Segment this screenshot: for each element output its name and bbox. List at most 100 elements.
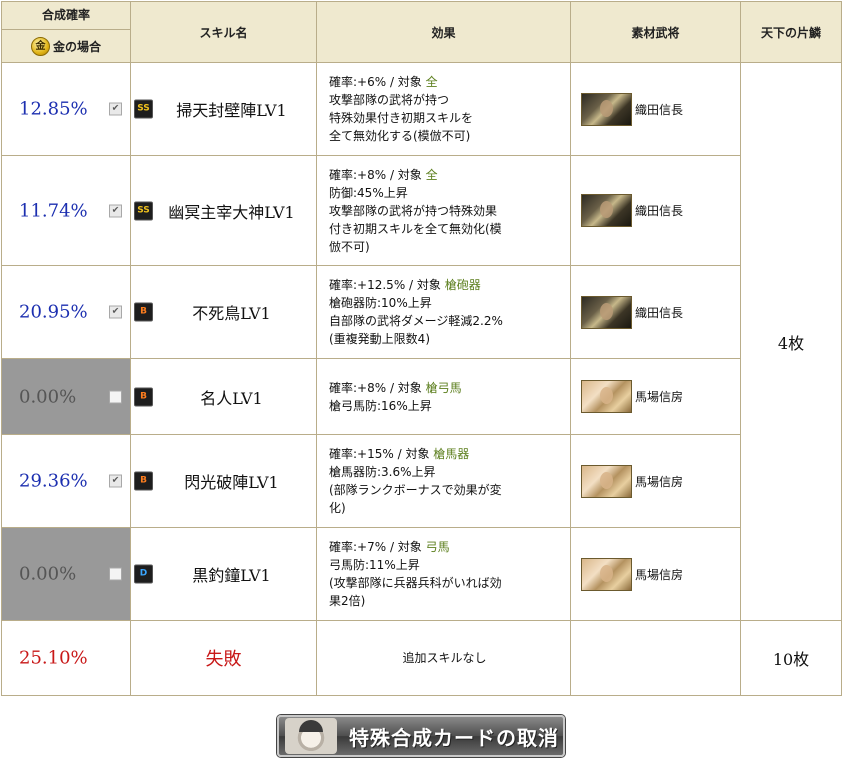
skill-checkbox[interactable]: ✔ — [109, 204, 122, 217]
synthesis-table: 合成確率 金 金の場合 スキル名 効果 素材武将 天下の片鱗 12.85% ✔ … — [1, 1, 842, 696]
fail-rate-cell: 25.10% — [1, 620, 131, 696]
skill-name: 不死鳥LV1 — [192, 304, 271, 323]
effect-target: 全 — [425, 167, 438, 182]
skill-name: 幽冥主宰大神LV1 — [168, 202, 295, 222]
fail-effect-text: 追加スキルなし — [402, 651, 487, 665]
effect-line: 槍弓馬防:16%上昇 — [329, 398, 432, 413]
skill-checkbox[interactable]: ✔ — [109, 474, 122, 488]
effect-line: 弓馬防:11%上昇 — [329, 558, 420, 572]
general-cell: 織田信長 — [570, 155, 741, 266]
general-cell: 織田信長 — [570, 265, 741, 359]
effect-line: (重複発動上限数4) — [329, 332, 430, 346]
general-name: 織田信長 — [635, 204, 684, 218]
general-name: 馬場信房 — [635, 474, 684, 489]
rate-value: 12.85% — [19, 98, 88, 120]
rate-cell: 20.95% ✔ — [1, 265, 131, 359]
effect-line: 化) — [329, 501, 346, 515]
effect-line: 倣不可) — [329, 239, 370, 254]
effect-line: (攻撃部隊に兵器兵科がいれば効 — [329, 576, 502, 590]
general-portrait-icon[interactable] — [581, 380, 632, 413]
general-portrait-icon[interactable] — [581, 92, 632, 126]
rank-badge-icon: B — [134, 471, 153, 491]
header-effect: 効果 — [316, 1, 571, 63]
skill-cell: B 不死鳥LV1 — [130, 265, 317, 359]
fail-shards-count: 10枚 — [772, 650, 810, 669]
effect-cell: 確率:+12.5% / 対象 槍砲器 槍砲器防:10%上昇 自部隊の武将ダメージ… — [316, 265, 571, 359]
fail-shards-cell: 10枚 — [740, 620, 842, 696]
header-shards: 天下の片鱗 — [740, 1, 842, 63]
skill-row: 20.95% ✔ B 不死鳥LV1 確率:+12.5% / 対象 槍砲器 槍砲器… — [1, 265, 842, 359]
effect-rate: 確率:+8% / 対象 — [329, 380, 426, 395]
shards-count: 4枚 — [777, 333, 805, 353]
skill-checkbox[interactable]: ✔ — [109, 305, 122, 319]
effect-target: 槍馬器 — [433, 447, 470, 461]
effect-line: 槍馬器防:3.6%上昇 — [329, 465, 436, 479]
general-cell: 織田信長 — [570, 62, 741, 156]
skill-row: 0.00% ✔ D 黒釣鐘LV1 確率:+7% / 対象 弓馬 弓馬防:11%上… — [1, 527, 842, 621]
effect-cell: 確率:+7% / 対象 弓馬 弓馬防:11%上昇 (攻撃部隊に兵器兵科がいれば効… — [316, 527, 571, 621]
skill-name: 掃天封壁陣LV1 — [176, 101, 287, 120]
skill-row: 0.00% ✔ B 名人LV1 確率:+8% / 対象 槍弓馬 槍弓馬防:16%… — [1, 358, 842, 435]
rate-value: 11.74% — [19, 200, 88, 221]
fail-rate-value: 25.10% — [19, 647, 88, 669]
skill-checkbox[interactable]: ✔ — [109, 102, 122, 116]
effect-line: 果2倍) — [329, 594, 366, 608]
effect-target: 槍弓馬 — [425, 380, 462, 395]
effect-cell: 確率:+6% / 対象 全 攻撃部隊の武将が持つ 特殊効果付き初期スキルを 全て… — [316, 62, 571, 156]
effect-line: 全て無効化する(模倣不可) — [329, 129, 471, 143]
cancel-special-card-button[interactable]: 特殊合成カードの取消 — [277, 715, 565, 757]
rate-cell: 12.85% ✔ — [1, 62, 131, 156]
rate-cell: 0.00% ✔ — [1, 358, 131, 435]
header-general: 素材武将 — [570, 1, 741, 63]
effect-cell: 確率:+8% / 対象 全 防御:45%上昇 攻撃部隊の武将が持つ特殊効果 付き… — [316, 155, 571, 266]
fail-general-cell — [570, 620, 741, 696]
general-cell: 馬場信房 — [570, 434, 741, 528]
effect-line: 特殊効果付き初期スキルを — [329, 111, 474, 125]
shards-cell: 4枚 — [740, 62, 842, 621]
rate-cell: 29.36% ✔ — [1, 434, 131, 528]
rate-value: 0.00% — [19, 386, 77, 407]
skill-row: 29.36% ✔ B 閃光破陣LV1 確率:+15% / 対象 槍馬器 槍馬器防… — [1, 434, 842, 528]
fail-effect-cell: 追加スキルなし — [316, 620, 571, 696]
header-rate-title: 合成確率 — [2, 2, 130, 30]
header-rate-gold: 金 金の場合 — [2, 30, 130, 62]
skill-name: 黒釣鐘LV1 — [192, 566, 271, 585]
general-portrait-icon[interactable] — [581, 557, 632, 591]
effect-rate: 確率:+12.5% / 対象 — [329, 278, 445, 292]
effect-target: 弓馬 — [425, 540, 450, 554]
effect-line: (部隊ランクボーナスで効果が変 — [329, 483, 502, 497]
general-name: 織田信長 — [635, 102, 684, 117]
skill-cell: SS 掃天封壁陣LV1 — [130, 62, 317, 156]
effect-rate: 確率:+15% / 対象 — [329, 447, 434, 461]
rate-value: 20.95% — [19, 301, 88, 323]
rank-badge-icon: B — [134, 302, 153, 322]
gold-coin-icon: 金 — [30, 36, 50, 56]
effect-cell: 確率:+15% / 対象 槍馬器 槍馬器防:3.6%上昇 (部隊ランクボーナスで… — [316, 434, 571, 528]
effect-line: 付き初期スキルを全て無効化(模 — [329, 221, 502, 236]
skill-checkbox[interactable]: ✔ — [109, 567, 122, 581]
rank-badge-icon: B — [134, 387, 153, 406]
effect-line: 防御:45%上昇 — [329, 185, 408, 200]
rank-badge-icon: SS — [134, 201, 153, 220]
skill-cell: SS 幽冥主宰大神LV1 — [130, 155, 317, 266]
general-portrait-icon[interactable] — [581, 194, 632, 227]
skill-checkbox[interactable]: ✔ — [109, 390, 122, 403]
rate-value: 0.00% — [19, 563, 77, 585]
cancel-button-label: 特殊合成カードの取消 — [349, 725, 559, 750]
effect-cell: 確率:+8% / 対象 槍弓馬 槍弓馬防:16%上昇 — [316, 358, 571, 435]
general-cell: 馬場信房 — [570, 527, 741, 621]
header-skill: スキル名 — [130, 1, 317, 63]
skill-row: 11.74% ✔ SS 幽冥主宰大神LV1 確率:+8% / 対象 全 防御:4… — [1, 155, 842, 266]
rate-cell: 11.74% ✔ — [1, 155, 131, 266]
rate-value: 29.36% — [19, 470, 88, 492]
skill-name: 閃光破陣LV1 — [184, 473, 279, 492]
effect-rate: 確率:+6% / 対象 — [329, 75, 426, 89]
character-face-icon — [285, 718, 337, 754]
general-portrait-icon[interactable] — [581, 295, 632, 329]
general-portrait-icon[interactable] — [581, 464, 632, 498]
general-name: 馬場信房 — [635, 567, 684, 582]
effect-rate: 確率:+8% / 対象 — [329, 167, 426, 182]
effect-line: 自部隊の武将ダメージ軽減2.2% — [329, 314, 503, 328]
rate-cell: 0.00% ✔ — [1, 527, 131, 621]
general-name: 織田信長 — [635, 305, 684, 320]
